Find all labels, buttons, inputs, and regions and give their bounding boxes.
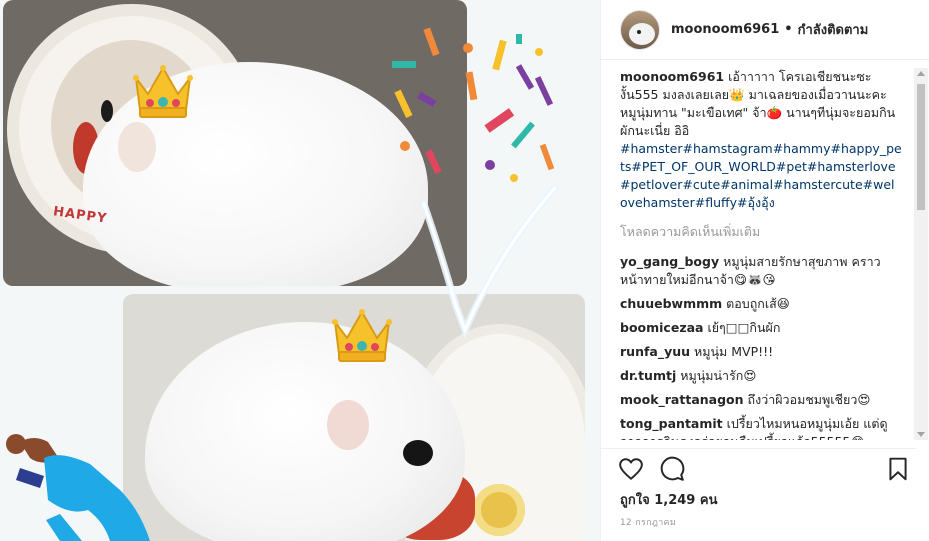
- separator-dot: •: [784, 22, 793, 37]
- post-header: moonoom6961 • กำลังติดตาม: [601, 0, 929, 60]
- hamster-ear: [327, 400, 369, 450]
- comments-list[interactable]: moonoom6961 เอ้าาาาา โครเอเชียชนะซะงั้น5…: [601, 68, 916, 440]
- caption-username-link[interactable]: moonoom6961: [620, 69, 724, 84]
- comment-item: yo_gang_bogy หมูนุ่มสายรักษาสุขภาพ คราวห…: [620, 253, 896, 289]
- comment-icon[interactable]: [659, 456, 685, 482]
- bookmark-icon[interactable]: [885, 456, 911, 482]
- comment-username-link[interactable]: tong_pantamit: [620, 416, 723, 431]
- hamster-avatar-icon: [629, 22, 655, 45]
- comment-item: mook_rattanagon ถึงว่าผิวอมชมพูเชียว😍: [620, 391, 896, 409]
- scroll-down-arrow-icon[interactable]: [917, 432, 925, 437]
- hamster-eye: [101, 100, 113, 122]
- hamster-eye: [403, 440, 433, 466]
- comment-text: ตอบถูกเส้😆: [726, 296, 790, 311]
- comment-username-link[interactable]: yo_gang_bogy: [620, 254, 719, 269]
- comment-item: tong_pantamit เปรี้ยวไหมหนอหมูนุ่มเอ้ย แ…: [620, 415, 896, 440]
- scroll-up-arrow-icon[interactable]: [917, 71, 925, 76]
- caption-hashtags[interactable]: #hamster#hamstagram#hammy#happy_pets#PET…: [620, 140, 902, 212]
- post-actions: [601, 448, 916, 488]
- hamster: [145, 322, 465, 541]
- following-button[interactable]: กำลังติดตาม: [798, 19, 869, 40]
- comment-username-link[interactable]: mook_rattanagon: [620, 392, 744, 407]
- comment-item: chuuebwmmm ตอบถูกเส้😆: [620, 295, 896, 313]
- crown-emoji-icon: [133, 65, 193, 118]
- scrollbar-thumb[interactable]: [917, 84, 925, 210]
- comments-scrollbar[interactable]: [914, 68, 928, 440]
- comment-item: runfa_yuu หมูนุ่ม MVP!!!: [620, 343, 896, 361]
- load-more-comments-link[interactable]: โหลดความคิดเห็นเพิ่มเติม: [620, 217, 916, 247]
- comment-username-link[interactable]: chuuebwmmm: [620, 296, 722, 311]
- comment-username-link[interactable]: dr.tumtj: [620, 368, 676, 383]
- comment-username-link[interactable]: boomicezaa: [620, 320, 703, 335]
- comment-text: ถึงว่าผิวอมชมพูเชียว😍: [747, 392, 871, 407]
- comment-username-link[interactable]: runfa_yuu: [620, 344, 690, 359]
- comment-text: หมูนุ่ม MVP!!!: [694, 344, 774, 359]
- post-date[interactable]: 12 กรกฎาคม: [620, 515, 676, 529]
- likes-count[interactable]: ถูกใจ 1,249 คน: [620, 489, 717, 510]
- runner-sticker-icon: [6, 434, 150, 541]
- caption: moonoom6961 เอ้าาาาา โครเอเชียชนะซะงั้น5…: [620, 68, 902, 212]
- flower-pattern: [473, 484, 525, 536]
- crown-emoji-icon: [332, 309, 392, 362]
- post-sidebar: moonoom6961 • กำลังติดตาม moonoom6961 เอ…: [600, 0, 929, 541]
- hamster-photo-top: HAPPY: [3, 0, 467, 286]
- comment-item: dr.tumtj หมูนุ่มน่ารัก😍: [620, 367, 896, 385]
- comment-text: หมูนุ่มน่ารัก😍: [680, 368, 757, 383]
- comment-text: เย้ๆ□□กินผัก: [707, 320, 781, 335]
- avatar[interactable]: [620, 9, 660, 50]
- heart-icon[interactable]: [618, 456, 644, 482]
- post-image[interactable]: HAPPY: [0, 0, 600, 541]
- header-username-link[interactable]: moonoom6961: [671, 22, 779, 37]
- comment-item: boomicezaa เย้ๆ□□กินผัก: [620, 319, 896, 337]
